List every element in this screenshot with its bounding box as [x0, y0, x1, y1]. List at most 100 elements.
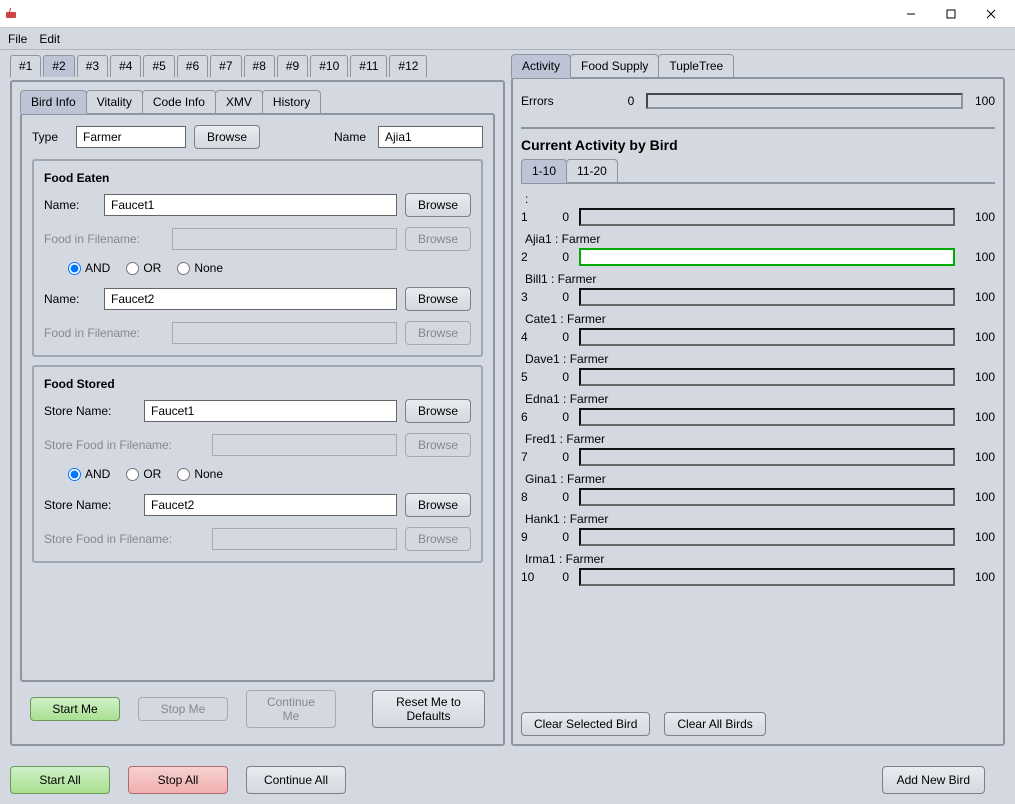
close-button[interactable] — [971, 0, 1011, 28]
store-fif2-label: Store Food in Filename: — [44, 532, 204, 546]
bird-label: : — [525, 192, 995, 206]
bird-label: Edna1 : Farmer — [525, 392, 995, 406]
eaten-name1-label: Name: — [44, 198, 96, 212]
bird-max: 100 — [965, 490, 995, 504]
bird-tab-xmv[interactable]: XMV — [215, 90, 263, 114]
bird-min: 0 — [549, 330, 569, 344]
store-name2-input[interactable] — [144, 494, 397, 516]
activity-title: Current Activity by Bird — [521, 137, 995, 153]
bird-label: Bill1 : Farmer — [525, 272, 995, 286]
eaten-radio-and[interactable]: AND — [68, 261, 110, 275]
workspace-tab-2[interactable]: #2 — [43, 55, 74, 77]
eaten-name1-input[interactable] — [104, 194, 397, 216]
eaten-fif1-browse: Browse — [405, 227, 471, 251]
store-fif2-input — [212, 528, 397, 550]
store-name1-browse[interactable]: Browse — [405, 399, 471, 423]
store-name2-label: Store Name: — [44, 498, 136, 512]
bird-label: Dave1 : Farmer — [525, 352, 995, 366]
clear-all-birds-button[interactable]: Clear All Birds — [664, 712, 765, 736]
reset-me-button[interactable]: Reset Me to Defaults — [372, 690, 485, 728]
bird-min: 0 — [549, 370, 569, 384]
page-tabs: 1-1011-20 — [521, 159, 995, 183]
maximize-button[interactable] — [931, 0, 971, 28]
type-label: Type — [32, 130, 68, 144]
workspace-tab-8[interactable]: #8 — [244, 55, 275, 77]
eaten-name2-input[interactable] — [104, 288, 397, 310]
menubar: File Edit — [0, 28, 1015, 50]
bird-min: 0 — [549, 530, 569, 544]
stored-radio-or[interactable]: OR — [126, 467, 161, 481]
bird-max: 100 — [965, 450, 995, 464]
store-name2-browse[interactable]: Browse — [405, 493, 471, 517]
bird-label: Ajia1 : Farmer — [525, 232, 995, 246]
add-new-bird-button[interactable]: Add New Bird — [882, 766, 985, 794]
page-tab-1-10[interactable]: 1-10 — [521, 159, 567, 183]
bird-bar — [579, 328, 955, 346]
type-input[interactable] — [76, 126, 186, 148]
bird-min: 0 — [549, 570, 569, 584]
clear-selected-button[interactable]: Clear Selected Bird — [521, 712, 650, 736]
titlebar — [0, 0, 1015, 28]
workspace-tab-3[interactable]: #3 — [77, 55, 108, 77]
bird-bar — [579, 488, 955, 506]
bird-row-1: :10100 — [521, 192, 995, 226]
bird-index: 8 — [521, 490, 539, 504]
eaten-fif2-input — [172, 322, 397, 344]
name-label: Name — [334, 130, 370, 144]
bird-tab-history[interactable]: History — [262, 90, 321, 114]
page-tab-11-20[interactable]: 11-20 — [566, 159, 618, 183]
right-tab-food-supply[interactable]: Food Supply — [570, 54, 659, 78]
type-browse-button[interactable]: Browse — [194, 125, 260, 149]
workspace-tab-5[interactable]: #5 — [143, 55, 174, 77]
bird-tab-bird-info[interactable]: Bird Info — [20, 90, 87, 114]
store-name1-input[interactable] — [144, 400, 397, 422]
minimize-button[interactable] — [891, 0, 931, 28]
workspace-tab-6[interactable]: #6 — [177, 55, 208, 77]
food-stored-section: Food Stored Store Name: Browse Store Foo… — [32, 365, 483, 563]
bird-bar — [579, 528, 955, 546]
bird-bar — [579, 248, 955, 266]
bird-max: 100 — [965, 330, 995, 344]
eaten-radio-none[interactable]: None — [177, 261, 223, 275]
bird-label: Fred1 : Farmer — [525, 432, 995, 446]
stored-radio-and[interactable]: AND — [68, 467, 110, 481]
eaten-name1-browse[interactable]: Browse — [405, 193, 471, 217]
workspace-tab-1[interactable]: #1 — [10, 55, 41, 77]
bird-label: Gina1 : Farmer — [525, 472, 995, 486]
bird-index: 7 — [521, 450, 539, 464]
errors-bar — [646, 93, 963, 109]
start-all-button[interactable]: Start All — [10, 766, 110, 794]
bird-index: 4 — [521, 330, 539, 344]
workspace-tab-7[interactable]: #7 — [210, 55, 241, 77]
workspace-tab-9[interactable]: #9 — [277, 55, 308, 77]
store-fif2-browse: Browse — [405, 527, 471, 551]
right-tab-tupletree[interactable]: TupleTree — [658, 54, 734, 78]
menu-edit[interactable]: Edit — [39, 32, 60, 46]
right-tab-activity[interactable]: Activity — [511, 54, 571, 78]
workspace-tab-4[interactable]: #4 — [110, 55, 141, 77]
eaten-name2-browse[interactable]: Browse — [405, 287, 471, 311]
bird-tab-code-info[interactable]: Code Info — [142, 90, 216, 114]
workspace-tab-12[interactable]: #12 — [389, 55, 427, 77]
bird-min: 0 — [549, 250, 569, 264]
menu-file[interactable]: File — [8, 32, 27, 46]
bird-tab-vitality[interactable]: Vitality — [86, 90, 143, 114]
eaten-fif2-browse: Browse — [405, 321, 471, 345]
bird-bar — [579, 448, 955, 466]
start-me-button[interactable]: Start Me — [30, 697, 120, 721]
name-input[interactable] — [378, 126, 483, 148]
workspace-tab-10[interactable]: #10 — [310, 55, 348, 77]
continue-all-button[interactable]: Continue All — [246, 766, 346, 794]
stop-all-button[interactable]: Stop All — [128, 766, 228, 794]
workspace-tab-11[interactable]: #11 — [350, 55, 387, 77]
bird-index: 3 — [521, 290, 539, 304]
bird-index: 6 — [521, 410, 539, 424]
bird-max: 100 — [965, 570, 995, 584]
bird-max: 100 — [965, 530, 995, 544]
store-name1-label: Store Name: — [44, 404, 136, 418]
eaten-radio-or[interactable]: OR — [126, 261, 161, 275]
stored-radio-none[interactable]: None — [177, 467, 223, 481]
bird-max: 100 — [965, 370, 995, 384]
bird-max: 100 — [965, 210, 995, 224]
store-fif1-input — [212, 434, 397, 456]
